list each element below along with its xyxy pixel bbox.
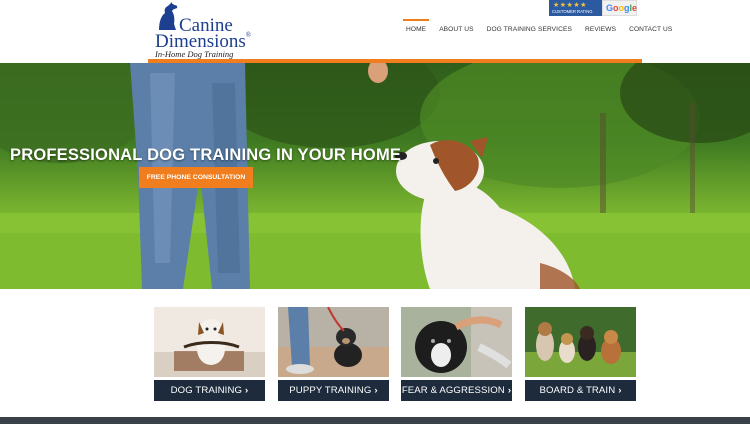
nav-reviews[interactable]: REVIEWS [585,26,616,33]
site-logo[interactable]: Canine Dimensions® In-Home Dog Training [153,2,251,59]
nav-dog-training-services[interactable]: DOG TRAINING SERVICES [487,26,572,33]
customer-rating-badge[interactable]: ★★★★★ CUSTOMER RATING [549,0,602,16]
nav-about-us[interactable]: ABOUT US [439,26,473,33]
puppy-training-photo[interactable] [278,307,389,377]
dog-training-photo[interactable] [154,307,265,377]
google-badge[interactable]: Google [602,0,637,16]
chevron-right-icon: › [618,385,622,396]
star-rating-icon: ★★★★★ [553,2,587,9]
nav-home[interactable]: HOME [402,19,430,33]
chevron-right-icon: › [245,385,249,396]
services-section: DOG TRAINING › PUPPY TRAINING › FEAR & A… [0,289,750,417]
service-card-fear-aggression[interactable]: FEAR & AGGRESSION › [401,307,512,401]
main-nav: HOME ABOUT US DOG TRAINING SERVICES REVI… [402,19,685,33]
dog-training-button[interactable]: DOG TRAINING › [154,380,265,401]
hero-photo [0,63,750,289]
service-card-dog-training[interactable]: DOG TRAINING › [154,307,265,401]
hero-banner: PROFESSIONAL DOG TRAINING IN YOUR HOME F… [0,63,750,289]
fear-aggression-photo[interactable] [401,307,512,377]
chevron-right-icon: › [374,385,378,396]
site-header: Canine Dimensions® In-Home Dog Training … [0,0,750,63]
nav-contact-us[interactable]: CONTACT US [629,26,672,33]
board-train-button[interactable]: BOARD & TRAIN › [525,380,636,401]
free-phone-consultation-button[interactable]: FREE PHONE CONSULTATION [139,167,253,188]
chevron-right-icon: › [507,385,512,396]
hero-title: PROFESSIONAL DOG TRAINING IN YOUR HOME [10,146,402,164]
rating-label: CUSTOMER RATING [552,9,593,14]
board-train-label: BOARD & TRAIN [539,385,616,396]
fear-aggression-label: FEAR & AGGRESSION [401,385,505,396]
fear-aggression-button[interactable]: FEAR & AGGRESSION › [401,380,512,401]
service-card-puppy-training[interactable]: PUPPY TRAINING › [278,307,389,401]
board-train-photo[interactable] [525,307,636,377]
logo-tagline: In-Home Dog Training [155,49,234,59]
google-logo: Google [606,3,638,13]
puppy-training-button[interactable]: PUPPY TRAINING › [278,380,389,401]
dog-training-label: DOG TRAINING [170,385,243,396]
footer-strip [0,417,750,424]
puppy-training-label: PUPPY TRAINING [289,385,372,396]
registered-mark: ® [245,31,252,39]
service-card-board-train[interactable]: BOARD & TRAIN › [525,307,636,401]
